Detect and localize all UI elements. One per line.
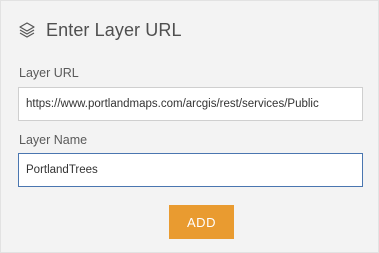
layer-url-label: Layer URL [19, 66, 79, 80]
panel-header: Enter Layer URL [18, 17, 182, 43]
layer-name-label: Layer Name [19, 133, 88, 147]
enter-layer-url-panel: Enter Layer URL Layer URL Layer Name ADD [0, 0, 379, 253]
layer-url-input[interactable] [18, 87, 363, 121]
panel-title: Enter Layer URL [46, 19, 182, 40]
add-button[interactable]: ADD [169, 205, 234, 239]
layers-icon [18, 21, 36, 39]
layer-name-input[interactable] [18, 153, 363, 187]
